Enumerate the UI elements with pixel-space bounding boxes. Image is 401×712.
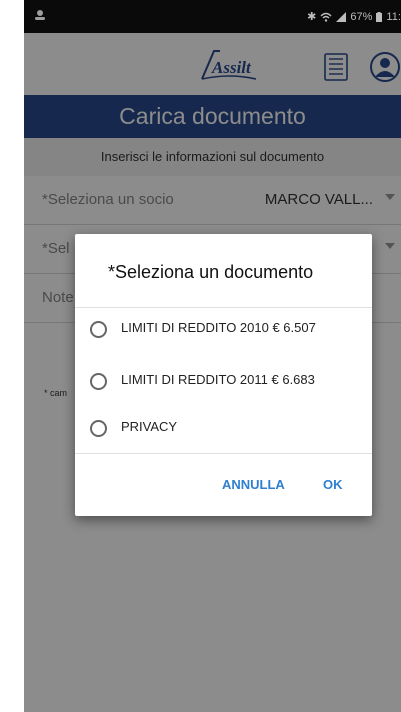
dialog-title: *Seleziona un documento [108,262,314,282]
option-privacy[interactable]: PRIVACY [75,409,372,447]
option-label: LIMITI DI REDDITO 2010 € 6.507 [121,320,316,335]
bluetooth-icon: ✱ [307,11,317,23]
divider [75,307,372,308]
option-limiti-reddito-2011[interactable]: LIMITI DI REDDITO 2011 € 6.683 [75,362,372,400]
status-bar: ✱ 67% 11:5 [24,0,401,33]
wifi-icon [320,12,332,22]
radio-button[interactable] [90,321,107,338]
divider [75,453,372,454]
notification-icon [35,10,45,20]
radio-button[interactable] [90,420,107,437]
radio-button[interactable] [90,373,107,390]
option-limiti-reddito-2010[interactable]: LIMITI DI REDDITO 2010 € 6.507 [75,310,372,348]
signal-icon [336,11,347,22]
phone-screen: ✱ 67% 11:5 Assilt [24,0,401,712]
ok-button[interactable]: OK [323,477,343,492]
option-label: LIMITI DI REDDITO 2011 € 6.683 [121,372,315,387]
select-document-dialog: *Seleziona un documento LIMITI DI REDDIT… [75,234,372,516]
clock: 11:5 [386,10,401,23]
battery-percent: 67% [350,10,373,23]
option-label: PRIVACY [121,419,178,434]
battery-icon [376,11,383,22]
cancel-button[interactable]: ANNULLA [222,477,285,492]
